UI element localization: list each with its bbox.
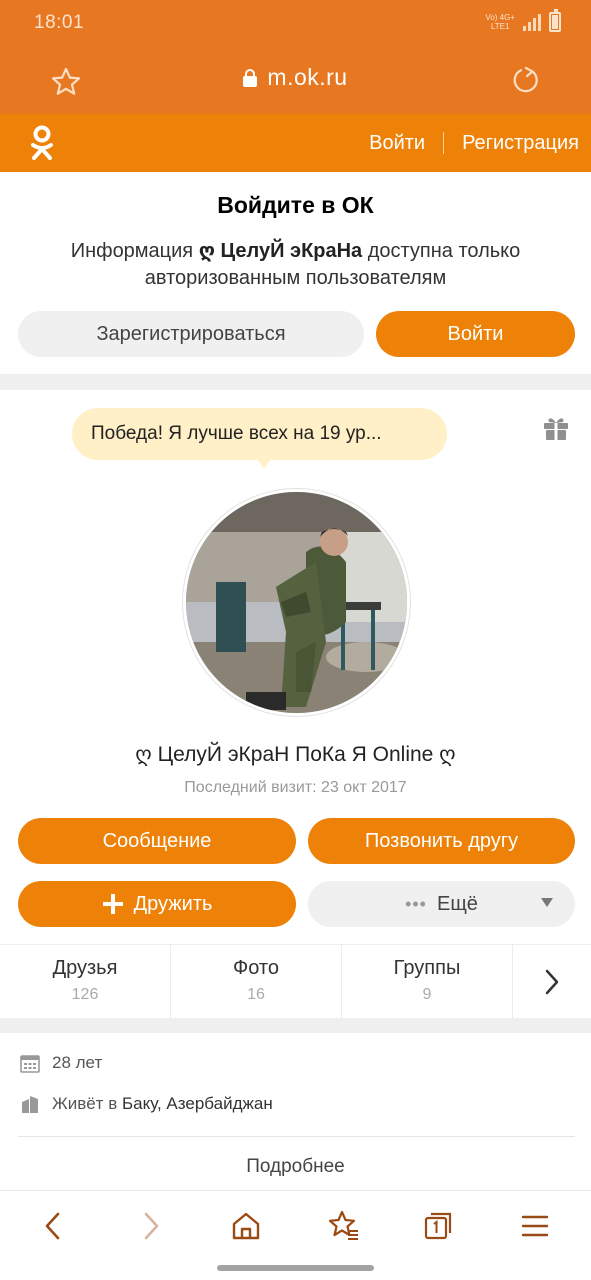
signal-icon <box>523 13 541 31</box>
message-button[interactable]: Сообщение <box>18 818 296 864</box>
status-text: Победа! Я лучше всех на 19 ур... <box>91 423 382 444</box>
profile-name: ღ ЦелуЙ эКраН ПоКа Я Online ღ <box>135 743 456 766</box>
address-bar[interactable]: m.ok.ru <box>0 64 591 91</box>
lives-prefix: Живёт в <box>52 1094 122 1113</box>
status-time: 18:01 <box>34 12 85 33</box>
calendar-icon <box>20 1055 40 1073</box>
header-register-link[interactable]: Регистрация <box>462 132 579 155</box>
network-sim: LTE1 <box>490 22 510 31</box>
home-icon[interactable] <box>229 1209 263 1243</box>
section-divider-2 <box>0 1018 591 1033</box>
register-button[interactable]: Зарегистрироваться <box>18 311 364 357</box>
tabs-icon[interactable] <box>422 1209 456 1243</box>
age-text: 28 лет <box>52 1053 103 1072</box>
stat-value: 16 <box>247 986 265 1003</box>
status-icons: Vo) 4G+ LTE1 <box>485 9 561 32</box>
back-icon[interactable] <box>36 1209 70 1243</box>
add-friend-button[interactable]: Дружить <box>18 881 296 927</box>
stats-next-button[interactable] <box>513 945 591 1018</box>
avatar[interactable] <box>183 489 410 716</box>
status-bubble[interactable]: Победа! Я лучше всех на 19 ур... <box>72 408 447 469</box>
forward-icon[interactable] <box>134 1209 168 1243</box>
avatar-photo <box>186 492 407 713</box>
stat-friends[interactable]: Друзья 126 <box>0 945 171 1018</box>
stat-photos[interactable]: Фото 16 <box>171 945 342 1018</box>
dropdown-arrow-icon <box>541 898 553 907</box>
chevron-right-icon <box>545 969 559 994</box>
lives-place[interactable]: Баку, Азербайджан <box>122 1094 273 1114</box>
prompt-text: Информация ღ ЦелуЙ эКраНа доступна тольк… <box>30 238 561 292</box>
prompt-text-before: Информация <box>70 240 199 262</box>
header-link-divider <box>443 132 445 154</box>
info-divider <box>18 1136 575 1137</box>
profile-stats: Друзья 126 Фото 16 Группы 9 <box>0 944 591 1018</box>
stat-value: 9 <box>422 986 432 1003</box>
info-location: Живёт в Баку, Азербайджан <box>20 1094 273 1114</box>
network-indicator: Vo) 4G+ LTE1 <box>485 13 515 31</box>
ok-logo-icon[interactable] <box>28 125 56 161</box>
stat-groups[interactable]: Группы 9 <box>342 945 513 1018</box>
more-label: Ещё <box>436 892 478 915</box>
details-link[interactable]: Подробнее <box>0 1156 591 1178</box>
stat-label: Фото <box>233 957 279 979</box>
more-dots-icon: ••• <box>405 893 427 914</box>
section-divider <box>0 374 591 390</box>
last-visit: Последний визит: 23 окт 2017 <box>184 779 407 796</box>
ok-header: Войти Регистрация <box>0 114 591 172</box>
plus-icon <box>102 894 123 914</box>
more-button[interactable]: ••• Ещё <box>308 881 575 927</box>
menu-icon[interactable] <box>518 1209 552 1243</box>
stat-label: Друзья <box>52 957 118 979</box>
stat-label: Группы <box>393 957 461 979</box>
header-login-link[interactable]: Войти <box>369 132 425 155</box>
network-type: Vo) 4G+ <box>485 13 515 22</box>
call-friend-button[interactable]: Позвонить другу <box>308 818 575 864</box>
lock-icon <box>243 68 258 87</box>
reload-icon[interactable] <box>510 64 542 96</box>
prompt-profile-name: ღ ЦелуЙ эКраНа <box>198 240 363 262</box>
bookmarks-icon[interactable] <box>326 1209 360 1243</box>
add-friend-label: Дружить <box>133 892 213 915</box>
gift-icon[interactable] <box>542 414 570 442</box>
buildings-icon <box>22 1096 38 1113</box>
login-button[interactable]: Войти <box>376 311 575 357</box>
info-age: 28 лет <box>20 1053 102 1073</box>
browser-top-bar: 18:01 Vo) 4G+ LTE1 m.ok.ru <box>0 0 591 114</box>
prompt-title: Войдите в ОК <box>217 192 374 218</box>
home-indicator[interactable] <box>217 1265 374 1271</box>
battery-icon <box>549 9 561 32</box>
url-text: m.ok.ru <box>267 64 348 90</box>
stat-value: 126 <box>71 986 99 1003</box>
auth-links: Войти Регистрация <box>369 114 579 172</box>
